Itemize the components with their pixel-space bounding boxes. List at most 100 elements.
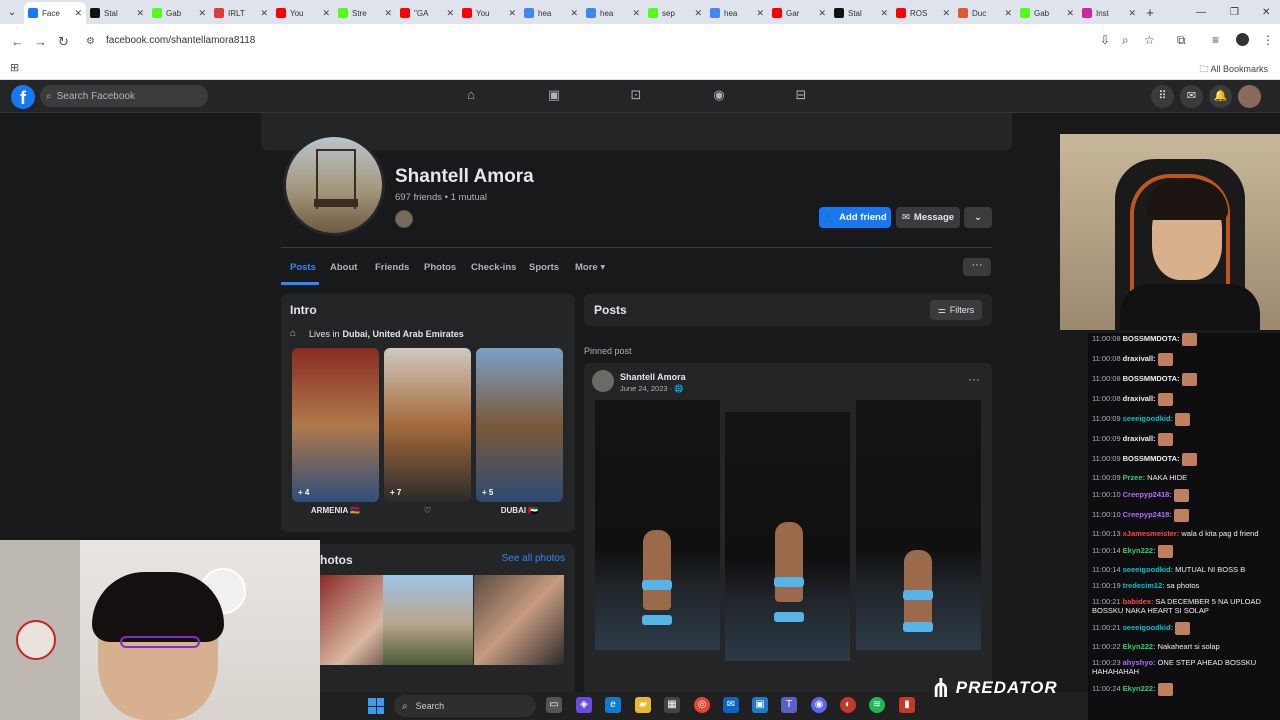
featured-collection-dubai[interactable]: + 5: [476, 348, 563, 502]
browser-tab[interactable]: IRLT ✕: [210, 2, 272, 24]
chat-username[interactable]: BOSSMMDOTA:: [1123, 374, 1180, 383]
browser-tab[interactable]: Gab ✕: [148, 2, 210, 24]
friend-count[interactable]: 697 friends • 1 mutual: [395, 192, 487, 203]
chat-username[interactable]: Ekyn222:: [1123, 642, 1156, 651]
tab-check-ins[interactable]: Check-ins: [471, 262, 516, 273]
taskbar-search[interactable]: ⌕ Search: [394, 695, 536, 717]
photo-thumb[interactable]: [383, 575, 473, 665]
back-icon[interactable]: ←: [11, 34, 24, 49]
post-author-name[interactable]: Shantell Amora: [620, 372, 686, 382]
photo-thumb[interactable]: [474, 575, 564, 665]
browser-tab[interactable]: hea ✕: [706, 2, 768, 24]
chat-username[interactable]: BOSSMMDOTA:: [1123, 454, 1180, 463]
zoom-icon[interactable]: ⌕: [1122, 33, 1129, 48]
windows-start-icon[interactable]: [368, 698, 384, 714]
profile-picture[interactable]: [283, 134, 385, 236]
app-icon[interactable]: ◐: [840, 697, 856, 713]
file-explorer-icon[interactable]: ▰: [635, 697, 651, 713]
new-tab-button[interactable]: +: [1140, 5, 1160, 20]
chat-username[interactable]: draxivall:: [1123, 354, 1156, 363]
chat-username[interactable]: draxivall:: [1123, 434, 1156, 443]
tab-photos[interactable]: Photos: [424, 262, 456, 273]
chat-username[interactable]: draxivall:: [1123, 394, 1156, 403]
close-window-icon[interactable]: ✕: [1262, 0, 1270, 24]
close-tab-icon[interactable]: ✕: [756, 8, 764, 19]
chat-username[interactable]: Creepyp2418:: [1123, 490, 1172, 499]
chat-username[interactable]: Ekyn222:: [1123, 546, 1156, 555]
store-icon[interactable]: ▦: [664, 697, 680, 713]
minimize-icon[interactable]: —: [1196, 0, 1206, 24]
close-tab-icon[interactable]: ✕: [818, 8, 826, 19]
tab-search-icon[interactable]: ⌄: [0, 0, 24, 24]
post-options-icon[interactable]: ···: [968, 372, 980, 386]
chat-username[interactable]: tredecim12:: [1123, 581, 1165, 590]
close-tab-icon[interactable]: ✕: [508, 8, 516, 19]
task-view-icon[interactable]: ▭: [546, 697, 562, 713]
message-button[interactable]: ✉ Message: [896, 207, 960, 228]
browser-tab[interactable]: You ✕: [458, 2, 520, 24]
post-photo[interactable]: [725, 412, 850, 661]
chat-username[interactable]: seeeigoodkid:: [1123, 414, 1173, 423]
chat-username[interactable]: seeeigoodkid:: [1123, 565, 1173, 574]
bookmark-star-icon[interactable]: ☆: [1144, 33, 1155, 47]
close-tab-icon[interactable]: ✕: [1128, 8, 1136, 19]
monitor-icon[interactable]: ▣: [752, 697, 768, 713]
browser-tab[interactable]: You ✕: [272, 2, 334, 24]
browser-menu-icon[interactable]: ⋮: [1262, 33, 1274, 47]
media-controls-icon[interactable]: ≡: [1212, 33, 1219, 47]
close-tab-icon[interactable]: ✕: [570, 8, 578, 19]
add-friend-button[interactable]: 👤 Add friend: [819, 207, 891, 228]
bell-icon[interactable]: 🔔: [1209, 85, 1232, 108]
reload-icon[interactable]: ↻: [58, 34, 69, 50]
close-tab-icon[interactable]: ✕: [1066, 8, 1074, 19]
more-options-icon[interactable]: ···: [963, 258, 991, 276]
post-photo[interactable]: [595, 400, 720, 650]
close-tab-icon[interactable]: ✕: [198, 8, 206, 19]
all-bookmarks[interactable]: 🗀 All Bookmarks: [1199, 62, 1268, 78]
home-icon[interactable]: ⌂: [462, 87, 480, 105]
browser-tab[interactable]: "GA ✕: [396, 2, 458, 24]
forward-icon[interactable]: →: [34, 34, 47, 49]
messenger-icon[interactable]: ✉: [1180, 85, 1203, 108]
site-info-icon[interactable]: ⚙: [86, 36, 95, 47]
browser-tab[interactable]: Stre ✕: [334, 2, 396, 24]
tab-friends[interactable]: Friends: [375, 262, 409, 273]
spotify-icon[interactable]: ≋: [869, 697, 885, 713]
close-tab-icon[interactable]: ✕: [384, 8, 392, 19]
post-photo[interactable]: [856, 400, 981, 650]
close-tab-icon[interactable]: ✕: [942, 8, 950, 19]
browser-tab[interactable]: ROS ✕: [892, 2, 954, 24]
chat-username[interactable]: BOSSMMDOTA:: [1123, 334, 1180, 343]
tab-about[interactable]: About: [330, 262, 357, 273]
browser-tab[interactable]: Duc ✕: [954, 2, 1016, 24]
discord-icon[interactable]: ◉: [811, 697, 827, 713]
tab-more[interactable]: More ▾: [575, 262, 605, 273]
chat-username[interactable]: Creepyp2418:: [1123, 510, 1172, 519]
see-all-photos-link[interactable]: See all photos: [502, 553, 565, 564]
search-facebook-input[interactable]: ⌕ Search Facebook: [40, 85, 208, 107]
browser-tab[interactable]: Gab ✕: [1016, 2, 1078, 24]
close-tab-icon[interactable]: ✕: [74, 8, 82, 19]
browser-tab[interactable]: hea ✕: [520, 2, 582, 24]
post-date[interactable]: June 24, 2023 · 🌐: [620, 384, 684, 393]
apps-grid-icon[interactable]: ⊞: [10, 61, 19, 74]
close-tab-icon[interactable]: ✕: [880, 8, 888, 19]
teams-icon[interactable]: T: [781, 697, 797, 713]
tab-sports[interactable]: Sports: [529, 262, 559, 273]
close-tab-icon[interactable]: ✕: [632, 8, 640, 19]
browser-tab[interactable]: sep ✕: [644, 2, 706, 24]
chat-username[interactable]: seeeigoodkid:: [1123, 623, 1173, 632]
account-avatar[interactable]: [1238, 85, 1261, 108]
profile-more-dropdown[interactable]: ⌄: [964, 207, 992, 228]
featured-collection-armenia[interactable]: + 4: [292, 348, 379, 502]
menu-grid-icon[interactable]: ⠿: [1151, 85, 1174, 108]
gaming-icon[interactable]: ⊟: [792, 87, 810, 105]
close-tab-icon[interactable]: ✕: [1004, 8, 1012, 19]
browser-tab[interactable]: Inst ✕: [1078, 2, 1140, 24]
browser-tab[interactable]: Face ✕: [24, 2, 86, 24]
chat-username[interactable]: xJamesmeister:: [1123, 529, 1180, 538]
app-icon[interactable]: ▮: [899, 697, 915, 713]
chat-username[interactable]: babidex:: [1123, 597, 1154, 606]
copilot-icon[interactable]: ◈: [576, 697, 592, 713]
chat-username[interactable]: Ekyn222:: [1123, 684, 1156, 693]
